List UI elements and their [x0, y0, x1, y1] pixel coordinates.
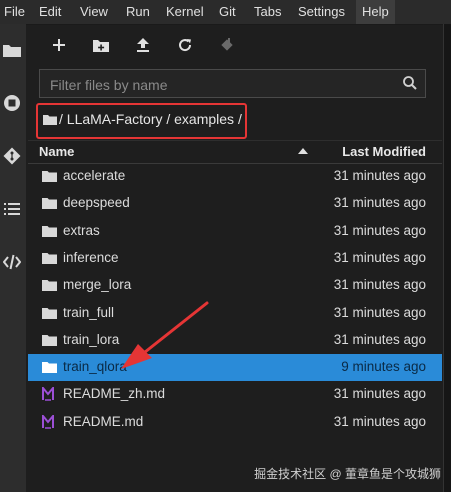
list-item[interactable]: train_qlora 9 minutes ago [28, 354, 442, 382]
menu-file[interactable]: File [4, 0, 25, 24]
git-icon[interactable] [2, 146, 22, 166]
markdown-icon [42, 412, 58, 429]
menu-run[interactable]: Run [126, 0, 150, 24]
list-item[interactable]: merge_lora 31 minutes ago [28, 272, 442, 299]
running-kernels-icon[interactable] [2, 93, 22, 113]
list-item[interactable]: README_zh.md 31 minutes ago [28, 381, 442, 408]
refresh-icon [179, 39, 192, 52]
menu-settings[interactable]: Settings [298, 0, 345, 24]
sort-ascending-icon [298, 148, 308, 154]
list-item[interactable]: train_lora 31 minutes ago [28, 327, 442, 354]
list-item[interactable]: README.md 31 minutes ago [28, 409, 442, 436]
activity-bar [0, 24, 26, 492]
file-modified: 31 minutes ago [333, 195, 426, 211]
table-of-contents-icon[interactable] [2, 199, 22, 219]
folder-icon [42, 224, 58, 238]
new-folder-button[interactable] [90, 35, 112, 55]
folder-icon [42, 278, 58, 292]
list-item[interactable]: extras 31 minutes ago [28, 218, 442, 245]
search-icon[interactable] [403, 76, 417, 90]
markdown-icon [42, 385, 58, 402]
file-name: train_lora [63, 331, 120, 347]
file-modified: 31 minutes ago [333, 277, 426, 293]
git-clone-button[interactable] [216, 35, 238, 55]
file-modified: 31 minutes ago [333, 413, 426, 429]
folder-icon[interactable] [43, 114, 57, 125]
plus-icon [53, 39, 65, 51]
file-modified: 31 minutes ago [333, 331, 426, 347]
folder-icon[interactable] [2, 40, 22, 60]
folder-icon [42, 251, 58, 265]
menu-tabs[interactable]: Tabs [254, 0, 281, 24]
file-modified: 31 minutes ago [333, 304, 426, 320]
modified-column-header[interactable]: Last Modified [342, 144, 426, 159]
folder-icon [42, 196, 58, 210]
list-item[interactable]: inference 31 minutes ago [28, 245, 442, 272]
file-name: accelerate [63, 168, 126, 183]
folder-icon [42, 306, 58, 320]
file-modified: 31 minutes ago [333, 168, 426, 183]
git-clone-icon [221, 38, 233, 51]
refresh-button[interactable] [174, 35, 196, 55]
right-panel-edge [443, 24, 451, 492]
folder-icon [42, 169, 58, 183]
file-name: README.md [63, 413, 144, 429]
file-name: train_qlora [63, 359, 127, 375]
breadcrumb-path[interactable]: / LLaMA-Factory / examples / [59, 111, 242, 127]
list-item[interactable]: deepspeed 31 minutes ago [28, 190, 442, 217]
file-name: extras [63, 222, 100, 238]
file-name: README_zh.md [63, 386, 166, 402]
file-name: deepspeed [63, 195, 130, 211]
filter-box [39, 69, 426, 98]
menu-view[interactable]: View [80, 0, 108, 24]
folder-icon [42, 333, 58, 347]
list-item[interactable]: train_full 31 minutes ago [28, 300, 442, 327]
file-name: merge_lora [63, 277, 132, 293]
new-launcher-button[interactable] [48, 35, 70, 55]
breadcrumb: / LLaMA-Factory / examples / [36, 103, 247, 139]
file-modified: 9 minutes ago [341, 359, 426, 375]
list-item[interactable]: accelerate 31 minutes ago [28, 163, 442, 190]
menu-git[interactable]: Git [219, 0, 236, 24]
menu-edit[interactable]: Edit [39, 0, 61, 24]
file-modified: 31 minutes ago [333, 386, 426, 402]
menu-bar: File Edit View Run Kernel Git Tabs Setti… [0, 0, 451, 25]
filter-input[interactable] [48, 75, 392, 95]
upload-button[interactable] [132, 35, 154, 55]
file-list-header: Name Last Modified [28, 140, 442, 164]
new-folder-icon [93, 39, 109, 52]
folder-icon [42, 360, 58, 374]
file-name: train_full [63, 304, 115, 320]
upload-icon [137, 38, 149, 52]
watermark: 掘金技术社区 @ 董章鱼是个攻城狮 [254, 467, 441, 481]
file-browser-toolbar [28, 24, 442, 66]
menu-kernel[interactable]: Kernel [166, 0, 204, 24]
name-column-header[interactable]: Name [39, 144, 74, 159]
file-modified: 31 minutes ago [333, 249, 426, 265]
file-name: inference [63, 249, 119, 265]
code-icon[interactable] [2, 252, 22, 272]
file-modified: 31 minutes ago [333, 222, 426, 238]
menu-help[interactable]: Help [356, 0, 395, 24]
